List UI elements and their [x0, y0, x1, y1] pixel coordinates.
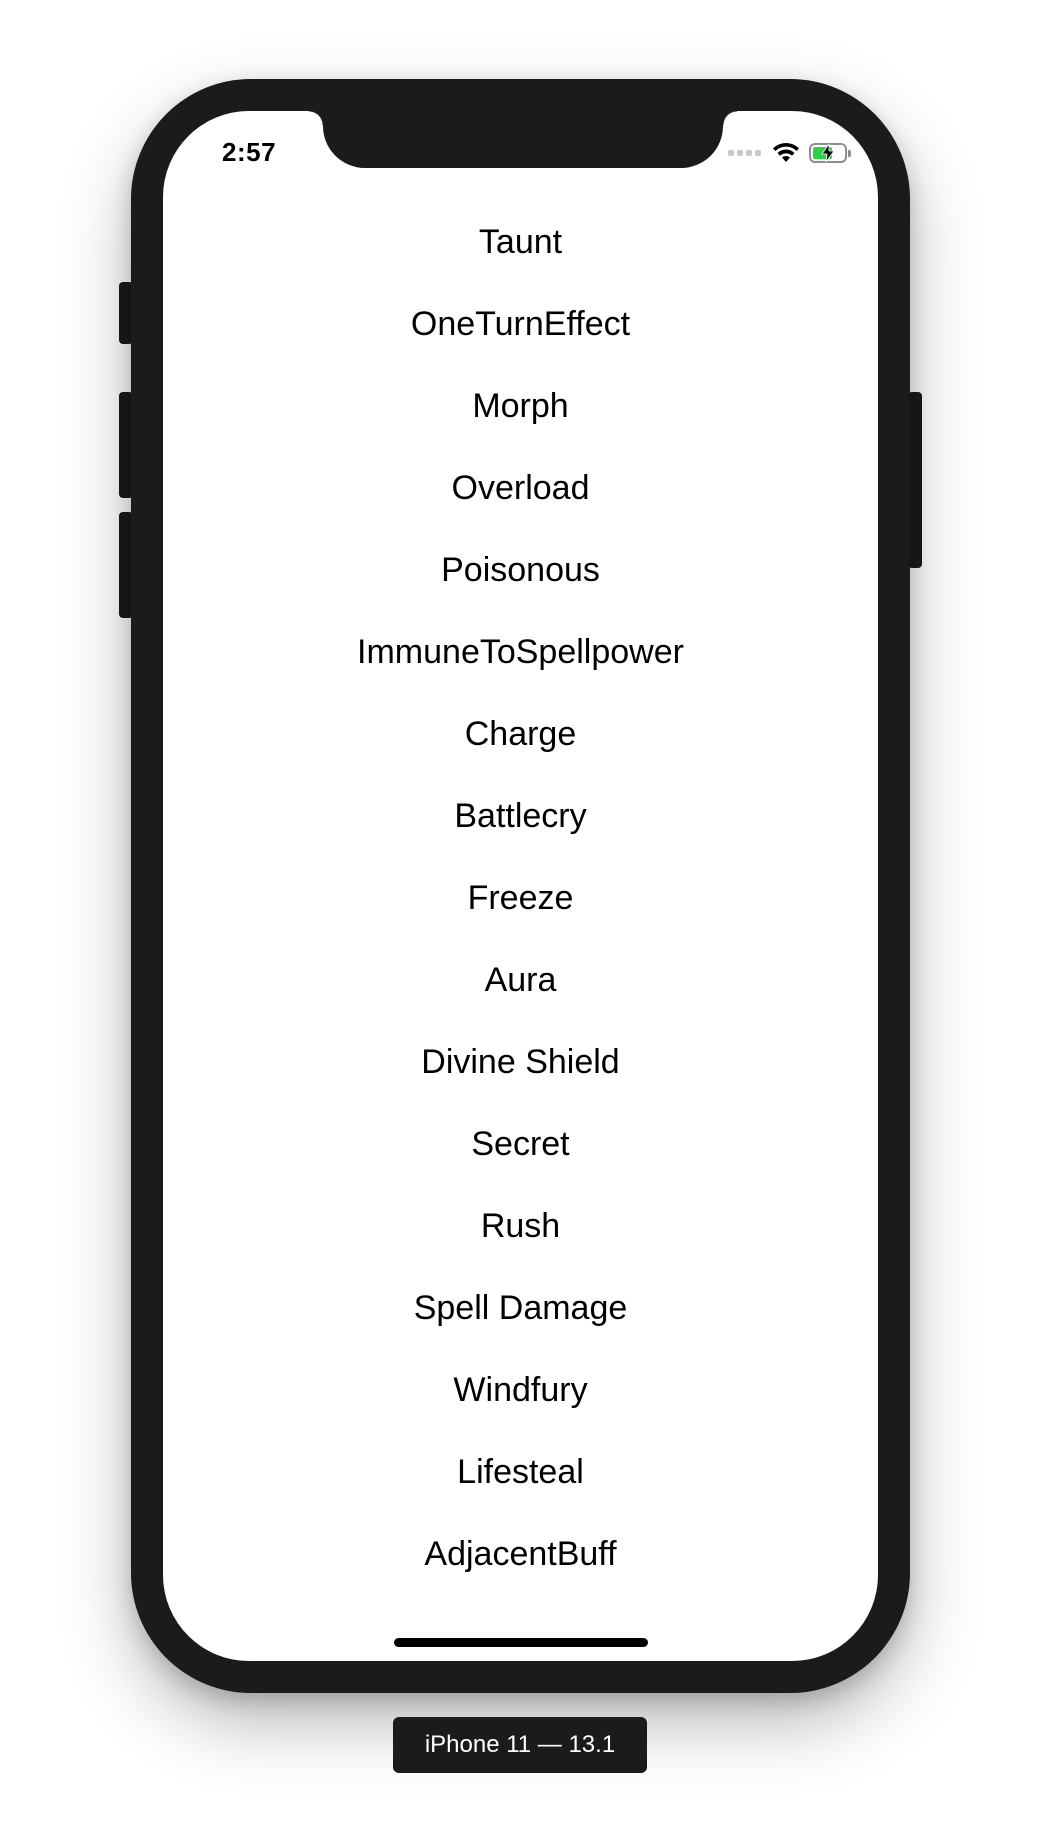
status-time: 2:57 — [222, 137, 277, 167]
power-button — [908, 392, 922, 568]
list-item[interactable]: Windfury — [163, 1349, 878, 1431]
list-item[interactable]: Morph — [163, 365, 878, 447]
list-item[interactable]: Divine Shield — [163, 1021, 878, 1103]
list-item[interactable]: Rush — [163, 1185, 878, 1267]
battery-charging-icon — [809, 143, 851, 163]
list-item[interactable]: Poisonous — [163, 529, 878, 611]
charging-bolt-icon — [821, 144, 835, 162]
list-item[interactable]: Battlecry — [163, 775, 878, 857]
list-item[interactable]: Taunt — [163, 201, 878, 283]
list-item[interactable]: Overload — [163, 447, 878, 529]
list-item[interactable]: Charge — [163, 693, 878, 775]
notch — [309, 111, 737, 168]
list-item[interactable]: Lifesteal — [163, 1431, 878, 1513]
wifi-icon — [773, 142, 799, 162]
list-item[interactable]: AdjacentBuff — [163, 1513, 878, 1595]
battery-cap — [848, 150, 851, 157]
list-item[interactable]: ImmuneToSpellpower — [163, 611, 878, 693]
list-item[interactable]: Secret — [163, 1103, 878, 1185]
effects-list: Taunt OneTurnEffect Morph Overload Poiso… — [163, 201, 878, 1595]
status-icons — [728, 141, 851, 165]
home-indicator[interactable] — [394, 1638, 648, 1647]
list-item[interactable]: Spell Damage — [163, 1267, 878, 1349]
list-item[interactable]: Aura — [163, 939, 878, 1021]
phone-screen: 2:57 Taunt OneTurnEffect Morph Overload … — [163, 111, 878, 1661]
device-label: iPhone 11 — 13.1 — [393, 1717, 647, 1773]
cellular-signal-icon — [728, 150, 761, 156]
list-item[interactable]: OneTurnEffect — [163, 283, 878, 365]
list-item[interactable]: Freeze — [163, 857, 878, 939]
